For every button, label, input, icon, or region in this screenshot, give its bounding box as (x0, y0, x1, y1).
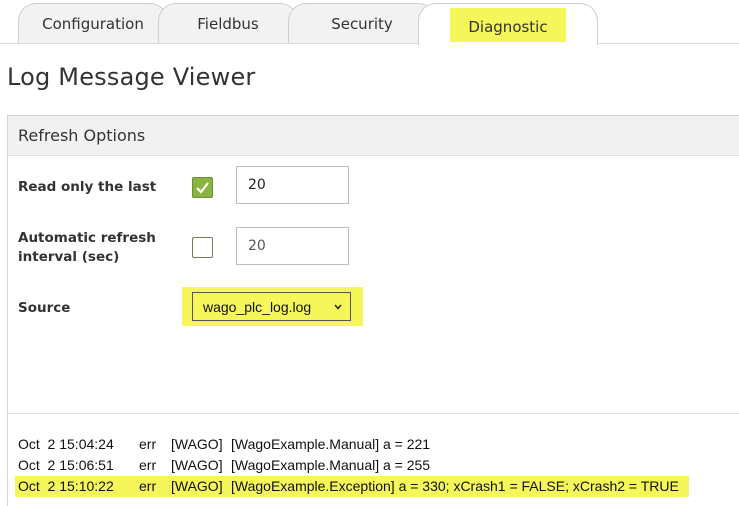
log-message: [WagoExample.Manual] a = 255 (231, 457, 431, 473)
log-separator (8, 413, 739, 414)
log-timestamp: Oct 2 15:10:22 (18, 478, 114, 494)
log-level: err (139, 436, 157, 452)
tab-label: Configuration (42, 15, 144, 33)
log-message: [WagoExample.Exception] a = 330; xCrash1… (231, 478, 679, 494)
log-level: err (139, 478, 157, 494)
auto-refresh-checkbox[interactable] (192, 237, 213, 258)
panel-header: Refresh Options (8, 116, 739, 156)
page-title: Log Message Viewer (7, 63, 256, 91)
source-selected-value: wago_plc_log.log (203, 298, 312, 315)
tab-security[interactable]: Security (288, 3, 436, 44)
tab-label: Diagnostic (450, 7, 566, 42)
tab-bar: Configuration Fieldbus Security Diagnost… (0, 0, 739, 45)
tab-label: Fieldbus (197, 15, 259, 33)
auto-refresh-interval-input[interactable] (236, 227, 349, 265)
chevron-down-icon (334, 304, 342, 310)
refresh-options-panel: Refresh Options Read only the last Autom… (7, 115, 739, 506)
log-source: [WAGO] (171, 436, 223, 452)
tab-baseline (0, 43, 739, 44)
read-only-last-checkbox[interactable] (192, 177, 213, 198)
read-only-last-label: Read only the last (18, 179, 157, 195)
log-source: [WAGO] (171, 478, 223, 494)
auto-refresh-label: Automatic refresh interval (sec) (18, 230, 156, 265)
tab-fieldbus[interactable]: Fieldbus (158, 3, 298, 44)
tab-diagnostic[interactable]: Diagnostic (418, 3, 598, 45)
log-message: [WagoExample.Manual] a = 221 (231, 436, 431, 452)
source-select[interactable]: wago_plc_log.log (192, 292, 351, 321)
tab-configuration[interactable]: Configuration (18, 3, 168, 44)
tab-label: Security (331, 15, 393, 33)
log-source: [WAGO] (171, 457, 223, 473)
log-timestamp: Oct 2 15:06:51 (18, 457, 114, 473)
log-line-highlighted: Oct 2 15:10:22 err [WAGO] [WagoExample.E… (15, 476, 689, 497)
log-level: err (139, 457, 157, 473)
log-line: Oct 2 15:04:24 err [WAGO] [WagoExample.M… (18, 434, 689, 455)
log-output: Oct 2 15:04:24 err [WAGO] [WagoExample.M… (15, 434, 689, 497)
log-timestamp: Oct 2 15:04:24 (18, 436, 114, 452)
checkmark-icon (196, 182, 209, 194)
source-label: Source (18, 300, 71, 316)
read-only-last-input[interactable] (236, 166, 349, 204)
log-line: Oct 2 15:06:51 err [WAGO] [WagoExample.M… (18, 455, 689, 476)
